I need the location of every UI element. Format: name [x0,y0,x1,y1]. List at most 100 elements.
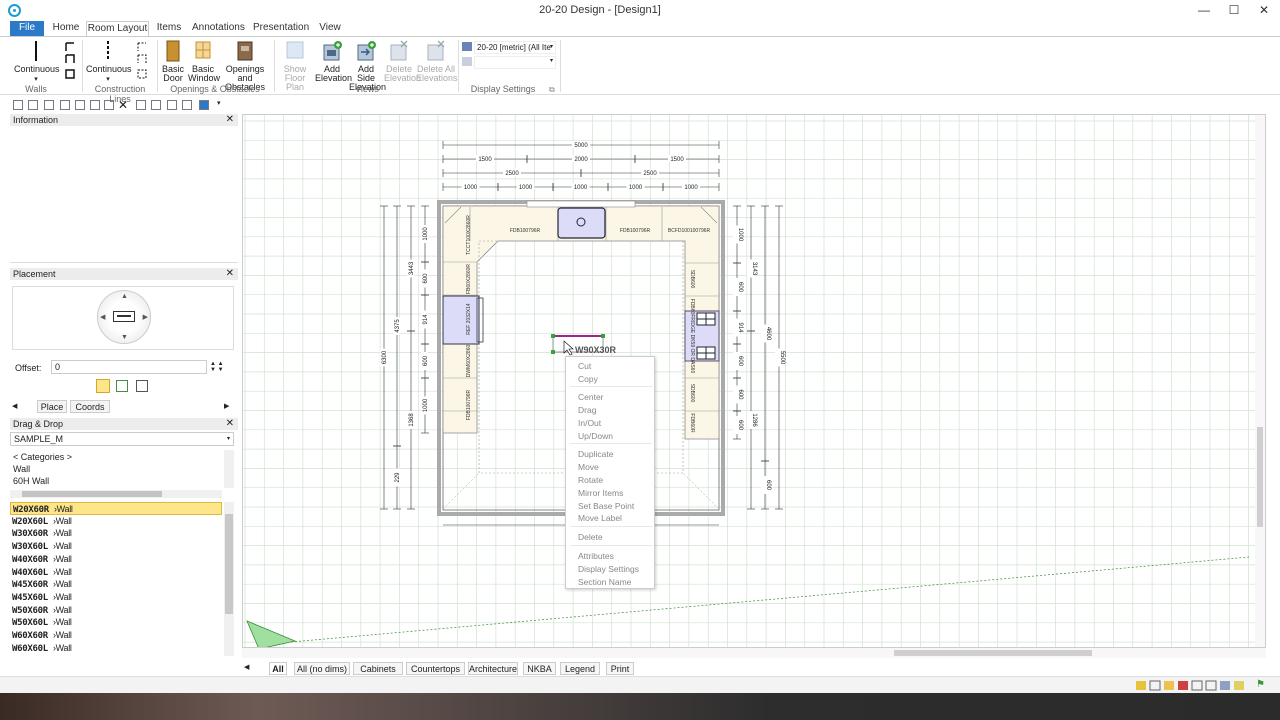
list-item[interactable]: W30X60L ›Wall [10,540,222,553]
continuous-wall-button[interactable]: Continuous ▾ [14,40,60,84]
tab-annotations[interactable]: Annotations [192,21,245,36]
placement-nav-pad[interactable]: ▲ ▼ ◀ ▶ [97,290,151,344]
list-item[interactable]: W45X60R ›Wall [10,578,222,591]
wall-shapes-icon[interactable] [62,40,78,84]
basic-window-button[interactable]: Basic Window [188,40,220,83]
categories-scrollbar[interactable] [224,450,234,488]
list-item[interactable]: W20X60L ›Wall [10,515,222,528]
close-icon[interactable]: ✕ [226,114,234,126]
list-item[interactable]: W50X60R ›Wall [10,604,222,617]
arrow-left-icon[interactable]: ◀ [100,313,105,321]
list-item[interactable]: W40X60R ›Wall [10,553,222,566]
floor-plan-drawing[interactable]: FDB100796R FDB100796R BCFD100100796R TCCT10… [243,115,1266,648]
arrow-down-icon[interactable]: ▼ [121,334,128,341]
cube-icon[interactable] [199,100,209,110]
menu-item-cut[interactable]: Cut [578,361,591,371]
list-item[interactable]: W60X60L ›Wall [10,642,222,655]
qat-dropdown-icon[interactable]: ▾ [217,99,221,107]
save-icon[interactable] [28,100,38,110]
close-button[interactable]: ✕ [1256,3,1272,17]
image-icon[interactable] [151,100,161,110]
offset-stepper[interactable]: ▲ ▲ ▼ ▼ [210,361,224,373]
menu-item-move-label[interactable]: Move Label [578,513,622,523]
list-item[interactable]: W40X60L ›Wall [10,566,222,579]
attach-icon[interactable] [116,380,128,392]
menu-item-drag[interactable]: Drag [578,405,596,415]
copy-mode-icon[interactable] [136,380,148,392]
close-icon[interactable]: ✕ [226,418,234,430]
menu-item-attributes[interactable]: Attributes [578,551,614,561]
basic-door-button[interactable]: Basic Door [160,40,186,83]
menu-item-move[interactable]: Move [578,462,599,472]
arrow-right-icon[interactable]: ▶ [143,313,148,321]
tab-view[interactable]: View [318,21,342,36]
view-tab-architecture[interactable]: Architecture [468,662,518,675]
tab-coords[interactable]: Coords [70,400,110,413]
print-icon[interactable] [44,100,54,110]
copy-icon[interactable] [90,100,100,110]
tab-home[interactable]: Home [50,21,82,36]
view-tab-nkba[interactable]: NKBA [523,662,556,675]
canvas-v-scrollbar[interactable] [1255,115,1265,647]
list-item[interactable]: W45X60L ›Wall [10,591,222,604]
menu-item-rotate[interactable]: Rotate [578,475,603,485]
list-item[interactable]: W30X60R ›Wall [10,527,222,540]
menu-item-display-settings[interactable]: Display Settings [578,564,639,574]
menu-item-mirror-items[interactable]: Mirror Items [578,488,623,498]
tabs-scroll-left-icon[interactable]: ◀ [244,663,249,671]
view-tab-all[interactable]: All [269,662,287,675]
tab-place[interactable]: Place [37,400,67,413]
tab-presentation[interactable]: Presentation [253,21,309,36]
tab-scroll-left-icon[interactable]: ◀ [12,402,17,410]
catalog-select[interactable]: SAMPLE_M ▾ [10,432,234,446]
delete-elevation-button[interactable]: Delete Elevation [384,40,421,83]
arrow-up-icon[interactable]: ▲ [121,293,128,300]
delete-all-elevations-button[interactable]: Delete All Elevations [416,40,458,83]
display-settings-select[interactable]: 20-20 [metric] (All Ite ▾ [474,41,556,54]
offset-input[interactable]: 0 [51,360,207,374]
status-tool-icons[interactable] [1136,680,1246,691]
delete-icon[interactable]: ✕ [118,98,128,112]
canvas-h-scrollbar[interactable] [242,648,1266,658]
categories-item[interactable]: < Categories > [13,452,72,462]
paste-icon[interactable] [104,100,114,110]
close-icon[interactable]: ✕ [226,268,234,280]
cut-icon[interactable] [75,100,85,110]
menu-item-set-base-point[interactable]: Set Base Point [578,501,634,511]
construction-shapes-icon[interactable] [134,40,150,84]
tab-items[interactable]: Items [155,21,183,36]
category-wall[interactable]: Wall [13,464,30,474]
zoom-fit-icon[interactable] [167,100,177,110]
tab-scroll-right-icon[interactable]: ▶ [224,402,229,410]
place-mode-icon[interactable] [96,379,110,393]
layout-icon[interactable] [136,100,146,110]
dialog-launcher-icon[interactable]: ⧉ [549,85,555,95]
menu-item-section-name[interactable]: Section Name [578,577,631,587]
maximize-button[interactable]: ☐ [1226,3,1242,17]
view-tab-all-no-dims[interactable]: All (no dims) [294,662,350,675]
menu-item-duplicate[interactable]: Duplicate [578,449,613,459]
menu-item-in-out[interactable]: In/Out [578,418,601,428]
floor-plan-canvas[interactable]: FDB100796R FDB100796R BCFD100100796R TCCT10… [242,114,1266,648]
categories-h-scrollbar[interactable] [10,490,222,498]
menu-item-up-down[interactable]: Up/Down [578,431,613,441]
view-tab-countertops[interactable]: Countertops [406,662,465,675]
menu-item-copy[interactable]: Copy [578,374,598,384]
undo-icon[interactable] [60,100,70,110]
flag-icon[interactable]: ⚑ [1256,679,1265,690]
zoom-window-icon[interactable] [182,100,192,110]
lock-icon[interactable] [13,100,23,110]
tab-file[interactable]: File [10,21,44,36]
menu-item-center[interactable]: Center [578,392,604,402]
list-item[interactable]: W60X60R ›Wall [10,629,222,642]
display-settings-select-2[interactable]: ▾ [474,56,556,69]
add-elevation-button[interactable]: Add Elevation [315,40,352,83]
view-tab-cabinets[interactable]: Cabinets [353,662,403,675]
list-item[interactable]: W20X60R ›Wall [10,502,222,515]
minimize-button[interactable]: — [1196,3,1212,17]
tab-room-layout[interactable]: Room Layout [86,21,149,36]
menu-item-delete[interactable]: Delete [578,532,603,542]
category-60h-wall[interactable]: 60H Wall [13,476,49,486]
continuous-construction-button[interactable]: Continuous ▾ [86,40,132,84]
view-tab-legend[interactable]: Legend [560,662,600,675]
